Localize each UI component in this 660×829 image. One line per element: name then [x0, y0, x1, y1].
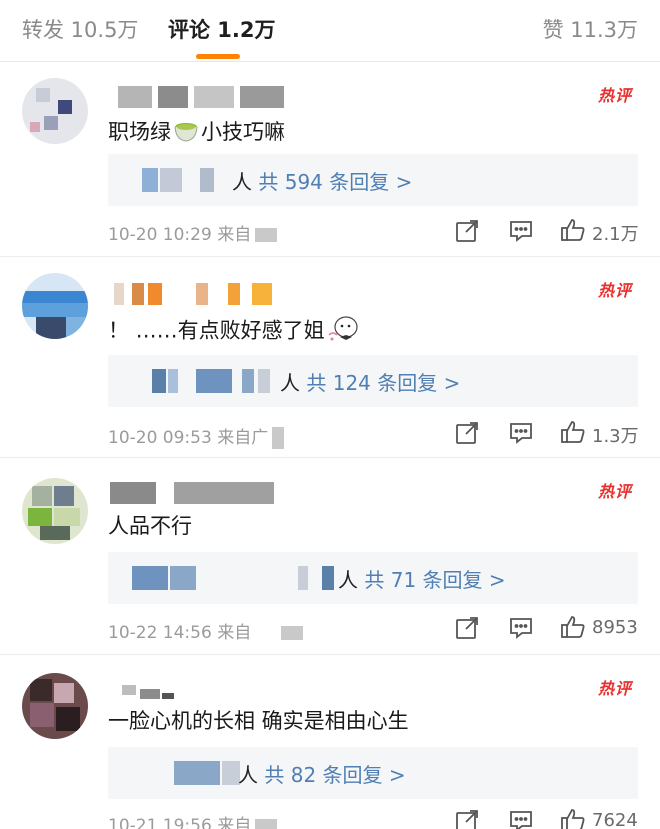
thumbs-up-icon[interactable] [560, 217, 586, 243]
username-blurred[interactable] [108, 283, 278, 305]
hot-comment-badge: 热评 [597, 679, 632, 698]
comment-item: 热评 职场绿 小技巧嘛 人 共 594 条回复 > 10-20 10:29 来自 … [0, 62, 660, 257]
comment-icon[interactable] [508, 808, 534, 829]
reply-count-link[interactable]: 共 124 条回复 > [306, 371, 460, 395]
comment-source: 来自 [217, 225, 252, 245]
comment-item: 热评 ！ ……有点败好感了姐 人 共 124 条回复 > 10-20 09:53… [0, 257, 660, 458]
comment-time: 10-20 09:53 [108, 428, 212, 448]
username-blurred[interactable] [108, 86, 288, 108]
comment-time: 10-21 19:56 [108, 816, 212, 829]
like-count: 7624 [592, 810, 638, 829]
reply-count-link[interactable]: 共 594 条回复 > [258, 170, 412, 194]
comment-item: 热评 一脸心机的长相 确实是相由心生 人 共 82 条回复 > 10-21 19… [0, 655, 660, 829]
comment-source: 来自 [217, 816, 252, 829]
comment-meta: 10-21 19:56 来自 [108, 811, 278, 829]
comment-icon[interactable] [508, 218, 534, 244]
hot-comment-badge: 热评 [597, 482, 632, 501]
hot-comment-badge: 热评 [597, 281, 632, 300]
thumbs-up-icon[interactable] [560, 614, 586, 640]
comment-icon[interactable] [508, 615, 534, 641]
comment-text: ！ ……有点败好感了姐 [108, 313, 363, 350]
share-icon[interactable] [454, 615, 480, 641]
comment-meta: 10-20 10:29 来自 [108, 220, 278, 245]
active-tab-indicator [196, 54, 240, 59]
like-count: 1.3万 [592, 426, 639, 447]
comment-source: 来自 [217, 623, 252, 643]
thumbs-up-icon[interactable] [560, 807, 586, 829]
avatar[interactable] [22, 673, 88, 739]
username-blurred[interactable] [108, 679, 178, 701]
avatar[interactable] [22, 273, 88, 339]
thumbs-up-icon[interactable] [560, 419, 586, 445]
comment-text: 职场绿 小技巧嘛 [108, 116, 285, 149]
reply-count-link[interactable]: 共 82 条回复 > [264, 763, 405, 787]
reply-person-suffix: 人 [280, 371, 300, 395]
share-icon[interactable] [454, 420, 480, 446]
comment-source: 来自广 [217, 428, 269, 448]
reply-summary[interactable]: 人 共 82 条回复 > [108, 747, 638, 799]
share-icon[interactable] [454, 218, 480, 244]
reply-summary[interactable]: 人 共 124 条回复 > [108, 355, 638, 407]
like-count: 2.1万 [592, 224, 639, 245]
comment-item: 热评 人品不行 人 共 71 条回复 > 10-22 14:56 来自 8953 [0, 458, 660, 655]
tab-comment[interactable]: 评论 1.2万 [168, 14, 276, 44]
share-icon[interactable] [454, 808, 480, 829]
comment-text: 一脸心机的长相 确实是相由心生 [108, 709, 409, 733]
comment-time: 10-22 14:56 [108, 623, 212, 643]
reply-person-suffix: 人 [232, 170, 252, 194]
reply-summary[interactable]: 人 共 594 条回复 > [108, 154, 638, 206]
reply-person-suffix: 人 [338, 568, 358, 592]
reply-summary[interactable]: 人 共 71 条回复 > [108, 552, 638, 604]
avatar[interactable] [22, 78, 88, 144]
like-count: 8953 [592, 617, 638, 638]
comment-icon[interactable] [508, 420, 534, 446]
hot-comment-badge: 热评 [597, 86, 632, 105]
tab-repost[interactable]: 转发 10.5万 [22, 14, 138, 44]
tea-cup-emoji [173, 118, 199, 149]
tab-like[interactable]: 赞 11.3万 [543, 14, 638, 44]
comment-text: 人品不行 [108, 514, 192, 538]
avatar[interactable] [22, 478, 88, 544]
comment-time: 10-20 10:29 [108, 225, 212, 245]
username-blurred[interactable] [108, 482, 288, 504]
comment-meta: 10-20 09:53 来自广 [108, 423, 285, 449]
sticker-emoji [327, 313, 361, 350]
comment-tabs: 转发 10.5万 评论 1.2万 赞 11.3万 [0, 0, 660, 62]
reply-person-suffix: 人 [238, 763, 258, 787]
reply-count-link[interactable]: 共 71 条回复 > [364, 568, 505, 592]
comment-meta: 10-22 14:56 来自 [108, 618, 304, 643]
